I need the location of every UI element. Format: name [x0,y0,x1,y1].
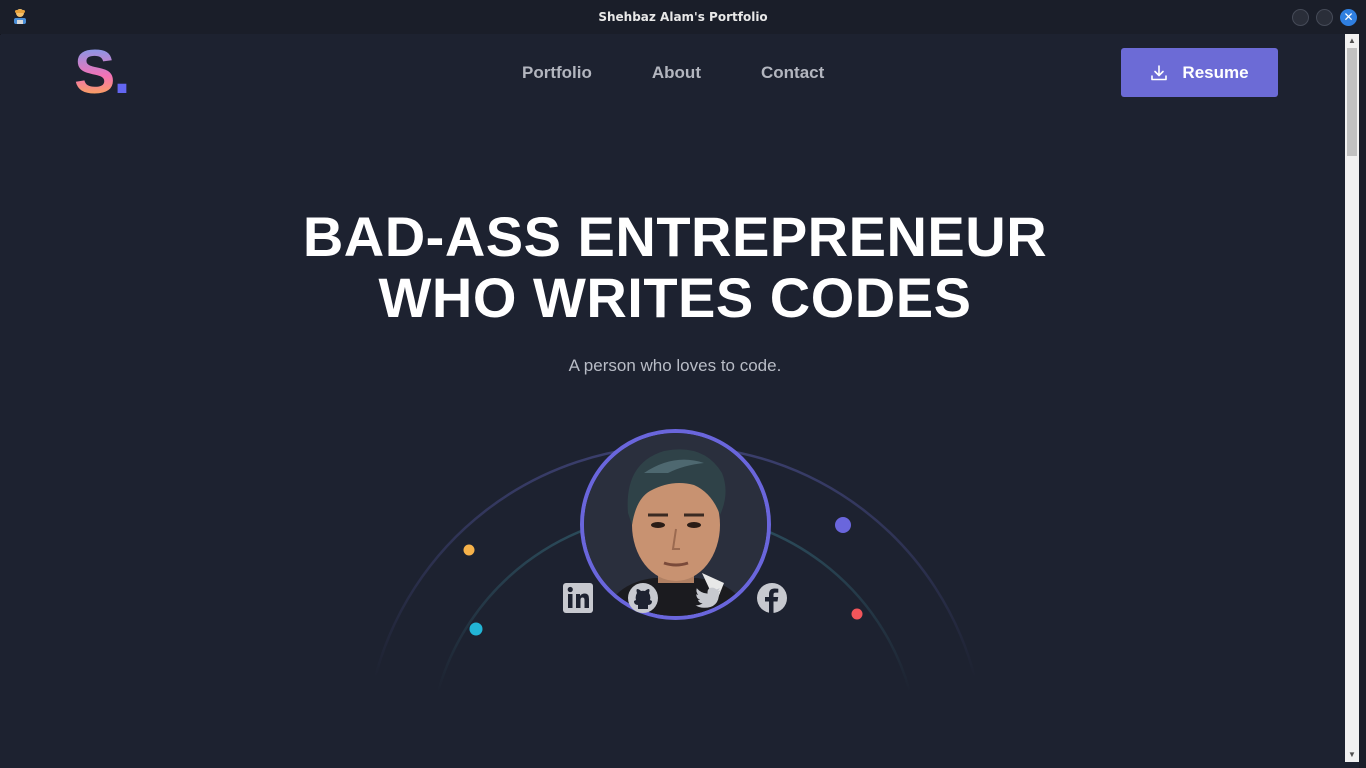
github-icon[interactable] [627,582,659,614]
scroll-down-arrow[interactable]: ▼ [1345,748,1359,762]
avatar [580,429,771,620]
orbit-dot-orange [463,544,475,556]
logo-letter: S [74,38,115,107]
orbit-dot-cyan [469,622,483,636]
logo-dot: . [113,38,130,107]
close-button[interactable]: ✕ [1340,9,1357,26]
linkedin-icon[interactable] [562,582,594,614]
window-titlebar: Shehbaz Alam's Portfolio ✕ [0,0,1366,35]
nav-link-about[interactable]: About [652,63,701,83]
resume-label: Resume [1182,62,1249,82]
window-title: Shehbaz Alam's Portfolio [598,10,768,24]
download-icon [1151,64,1168,80]
twitter-icon[interactable] [692,582,724,614]
site-logo[interactable]: S. [74,42,131,104]
facebook-icon[interactable] [756,582,788,614]
maximize-button[interactable] [1316,9,1333,26]
profile-photo [584,433,767,616]
orbit-decoration [373,444,977,693]
main-nav: Portfolio About Contact [522,63,824,83]
orbit-dot-indigo [835,517,851,533]
resume-download-button[interactable]: Resume [1121,48,1278,97]
hero-title: BAD-ASS ENTREPRENEUR WHO WRITES CODES [1,206,1345,328]
page-viewport: S. Portfolio About Contact Resume BAD-AS… [1,34,1345,767]
nav-link-portfolio[interactable]: Portfolio [522,63,592,83]
scrollbar-thumb[interactable] [1347,48,1357,156]
minimize-button[interactable] [1292,9,1309,26]
nav-link-contact[interactable]: Contact [761,63,824,83]
hero-title-line1: BAD-ASS ENTREPRENEUR [302,205,1048,268]
hero-subtitle: A person who loves to code. [568,356,782,375]
scroll-up-arrow[interactable]: ▲ [1345,34,1359,48]
page-scrollbar[interactable]: ▲ ▼ [1345,34,1359,762]
window-border [1359,34,1366,768]
orbit-dot-red [851,608,863,620]
hero-title-line2: WHO WRITES CODES [378,266,972,329]
